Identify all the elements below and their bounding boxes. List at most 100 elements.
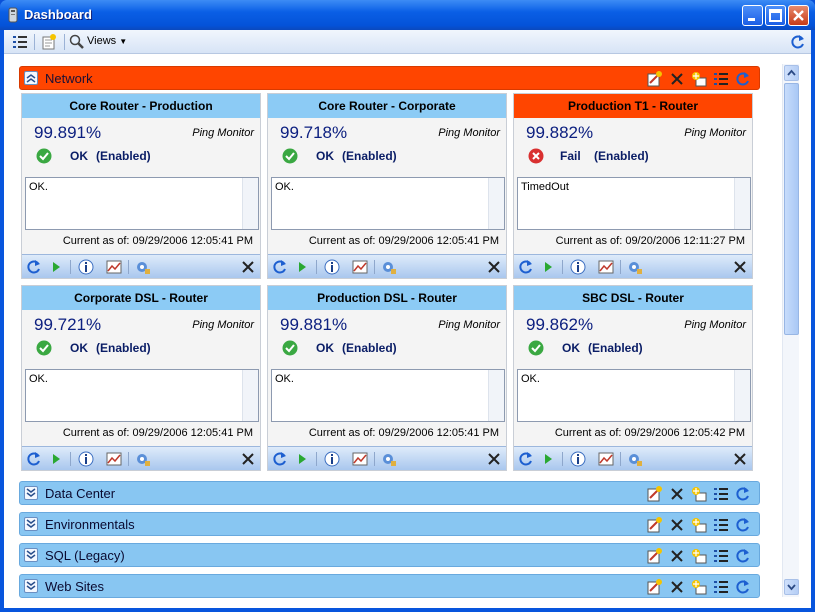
message-box[interactable]: OK. <box>25 177 259 230</box>
info-icon[interactable] <box>324 259 340 275</box>
delete-icon[interactable] <box>669 486 685 502</box>
message-box[interactable]: OK. <box>271 369 505 422</box>
group-header-environmentals[interactable]: Environmentals <box>19 512 760 536</box>
play-icon[interactable] <box>294 451 310 467</box>
scroll-up-button[interactable] <box>784 65 799 81</box>
info-icon[interactable] <box>570 259 586 275</box>
message-box[interactable]: TimedOut <box>517 177 751 230</box>
settings-icon[interactable] <box>627 259 643 275</box>
chart-icon[interactable] <box>598 451 614 467</box>
close-icon[interactable] <box>240 259 256 275</box>
refresh-icon[interactable] <box>735 517 751 533</box>
new-item-icon[interactable] <box>41 34 57 50</box>
add-monitor-icon[interactable] <box>691 517 707 533</box>
message-scrollbar[interactable] <box>734 370 750 421</box>
expand-button[interactable] <box>24 548 38 562</box>
refresh-icon[interactable] <box>735 548 751 564</box>
scroll-down-button[interactable] <box>784 579 799 595</box>
list-icon[interactable] <box>713 71 729 87</box>
message-box[interactable]: OK. <box>517 369 751 422</box>
refresh-icon[interactable] <box>735 71 751 87</box>
list-icon[interactable] <box>713 486 729 502</box>
delete-icon[interactable] <box>669 548 685 564</box>
play-icon[interactable] <box>540 259 556 275</box>
card-title[interactable]: Production T1 - Router <box>514 94 752 118</box>
card-title[interactable]: Corporate DSL - Router <box>22 286 260 310</box>
card-title[interactable]: Core Router - Corporate <box>268 94 506 118</box>
maximize-button[interactable] <box>765 5 786 26</box>
scrollbar-thumb[interactable] <box>784 83 799 335</box>
search-icon[interactable] <box>69 34 85 50</box>
add-monitor-icon[interactable] <box>691 486 707 502</box>
message-scrollbar[interactable] <box>734 178 750 229</box>
play-icon[interactable] <box>540 451 556 467</box>
refresh-icon[interactable] <box>26 259 42 275</box>
card-title[interactable]: Core Router - Production <box>22 94 260 118</box>
settings-icon[interactable] <box>627 451 643 467</box>
refresh-icon[interactable] <box>272 451 288 467</box>
close-icon[interactable] <box>732 451 748 467</box>
message-box[interactable]: OK. <box>271 177 505 230</box>
edit-icon[interactable] <box>647 548 663 564</box>
close-icon[interactable] <box>732 259 748 275</box>
minimize-button[interactable] <box>742 5 763 26</box>
chart-icon[interactable] <box>352 451 368 467</box>
title-bar[interactable]: Dashboard <box>0 0 815 30</box>
message-box[interactable]: OK. <box>25 369 259 422</box>
close-icon[interactable] <box>486 451 502 467</box>
edit-icon[interactable] <box>647 71 663 87</box>
edit-icon[interactable] <box>647 486 663 502</box>
refresh-icon[interactable] <box>518 451 534 467</box>
card-title[interactable]: SBC DSL - Router <box>514 286 752 310</box>
add-monitor-icon[interactable] <box>691 579 707 595</box>
play-icon[interactable] <box>48 259 64 275</box>
info-icon[interactable] <box>78 451 94 467</box>
refresh-icon[interactable] <box>790 34 806 50</box>
refresh-icon[interactable] <box>735 579 751 595</box>
group-header-sql-legacy[interactable]: SQL (Legacy) <box>19 543 760 567</box>
refresh-icon[interactable] <box>735 486 751 502</box>
settings-icon[interactable] <box>381 451 397 467</box>
settings-icon[interactable] <box>381 259 397 275</box>
message-scrollbar[interactable] <box>242 178 258 229</box>
settings-icon[interactable] <box>135 259 151 275</box>
delete-icon[interactable] <box>669 517 685 533</box>
info-icon[interactable] <box>570 451 586 467</box>
list-icon[interactable] <box>713 579 729 595</box>
expand-button[interactable] <box>24 517 38 531</box>
chart-icon[interactable] <box>106 451 122 467</box>
message-scrollbar[interactable] <box>488 178 504 229</box>
refresh-icon[interactable] <box>518 259 534 275</box>
message-scrollbar[interactable] <box>242 370 258 421</box>
expand-button[interactable] <box>24 579 38 593</box>
views-menu[interactable]: Views ▼ <box>87 35 127 47</box>
add-monitor-icon[interactable] <box>691 548 707 564</box>
close-icon[interactable] <box>486 259 502 275</box>
group-header-web-sites[interactable]: Web Sites <box>19 574 760 598</box>
expand-button[interactable] <box>24 486 38 500</box>
info-icon[interactable] <box>324 451 340 467</box>
list-icon[interactable] <box>713 517 729 533</box>
list-icon[interactable] <box>12 34 28 50</box>
chart-icon[interactable] <box>598 259 614 275</box>
play-icon[interactable] <box>294 259 310 275</box>
info-icon[interactable] <box>78 259 94 275</box>
vertical-scrollbar[interactable] <box>782 64 799 597</box>
edit-icon[interactable] <box>647 517 663 533</box>
settings-icon[interactable] <box>135 451 151 467</box>
close-window-button[interactable] <box>788 5 809 26</box>
chart-icon[interactable] <box>106 259 122 275</box>
list-icon[interactable] <box>713 548 729 564</box>
collapse-button[interactable] <box>24 71 38 85</box>
refresh-icon[interactable] <box>272 259 288 275</box>
chart-icon[interactable] <box>352 259 368 275</box>
card-title[interactable]: Production DSL - Router <box>268 286 506 310</box>
edit-icon[interactable] <box>647 579 663 595</box>
close-icon[interactable] <box>240 451 256 467</box>
group-header-network[interactable]: Network <box>19 66 760 90</box>
refresh-icon[interactable] <box>26 451 42 467</box>
delete-icon[interactable] <box>669 71 685 87</box>
delete-icon[interactable] <box>669 579 685 595</box>
add-monitor-icon[interactable] <box>691 71 707 87</box>
group-header-data-center[interactable]: Data Center <box>19 481 760 505</box>
